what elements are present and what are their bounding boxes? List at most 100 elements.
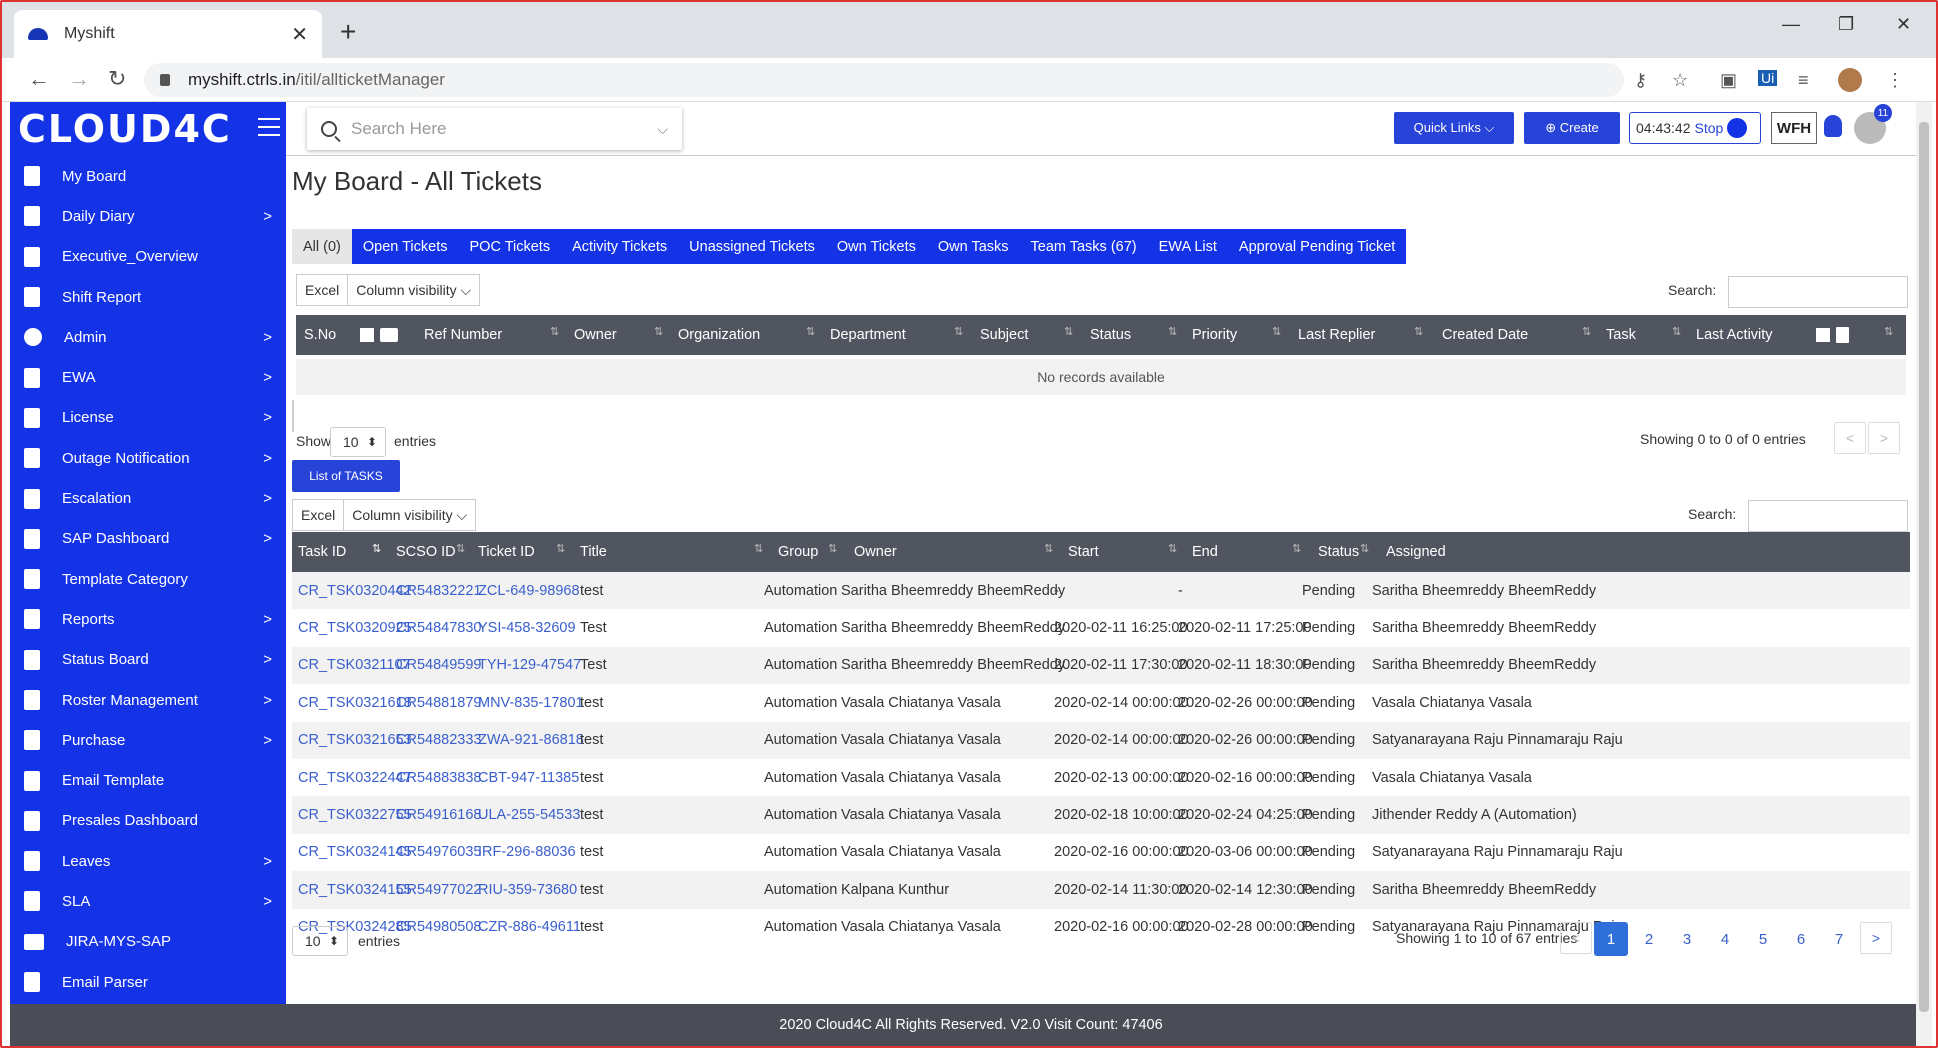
column-visibility-button[interactable]: Column visibility ⌵ [344, 500, 475, 530]
sort-icon[interactable]: ⇅ [1044, 542, 1053, 555]
col-group[interactable]: Group [778, 532, 818, 572]
playlist-icon[interactable]: ≡ [1798, 70, 1809, 91]
sidebar-item-roster-management[interactable]: Roster Management > [10, 680, 286, 720]
sidebar-item-my-board[interactable]: My Board [10, 156, 286, 196]
excel-button[interactable]: Excel [297, 275, 349, 305]
window-close-button[interactable]: ✕ [1896, 14, 1911, 35]
col-task[interactable]: Task [1606, 315, 1636, 355]
list-of-tasks-button[interactable]: List of TASKS [292, 460, 400, 492]
sort-icon[interactable]: ⇅ [1168, 325, 1177, 338]
sidebar-item-ewa[interactable]: EWA > [10, 357, 286, 397]
sort-icon[interactable]: ⇅ [1168, 542, 1177, 555]
col-created-date[interactable]: Created Date [1442, 315, 1528, 355]
sidebar-item-escalation[interactable]: Escalation > [10, 478, 286, 518]
sidebar-item-sap-dashboard[interactable]: SAP Dashboard > [10, 519, 286, 559]
page-4-button[interactable]: 4 [1708, 922, 1742, 956]
next-page-button[interactable]: > [1860, 922, 1892, 954]
col-department[interactable]: Department [830, 315, 906, 355]
forward-arrow-icon[interactable]: → [68, 66, 90, 92]
sort-icon[interactable]: ⇅ [550, 325, 559, 338]
cloud4c-logo[interactable]: CLOUD4C [18, 107, 232, 151]
scso-id-link[interactable]: CR54883838 [396, 759, 481, 796]
ticket-id-link[interactable]: ULA-255-54533 [478, 796, 580, 833]
col-assigned[interactable]: Assigned [1386, 532, 1446, 572]
col-task-id[interactable]: Task ID [298, 532, 346, 572]
col-owner[interactable]: Owner [574, 315, 617, 355]
sidebar-item-admin[interactable]: Admin > [10, 317, 286, 357]
create-button[interactable]: ⊕ Create [1524, 112, 1620, 144]
new-tab-button[interactable]: + [340, 16, 356, 48]
sort-icon[interactable]: ⇅ [1064, 325, 1073, 338]
wfh-button[interactable]: WFH [1771, 112, 1817, 144]
tab-poc-tickets[interactable]: POC Tickets [458, 229, 562, 264]
lightbulb-icon[interactable] [1824, 115, 1842, 137]
sidebar-item-status-board[interactable]: Status Board > [10, 640, 286, 680]
column-visibility-button[interactable]: Column visibility ⌵ [348, 275, 479, 305]
ticket-id-link[interactable]: CZR-886-49611 [478, 909, 581, 946]
scso-id-link[interactable]: CR54849599 [396, 647, 481, 684]
scso-id-link[interactable]: CR54916168 [396, 796, 481, 833]
page-7-button[interactable]: 7 [1822, 922, 1856, 956]
sidebar-item-executive-overview[interactable]: Executive_Overview [10, 237, 286, 277]
col-owner[interactable]: Owner [854, 532, 897, 572]
tab-approval-pending-ticket[interactable]: Approval Pending Ticket [1227, 229, 1407, 264]
col-status[interactable]: Status [1318, 532, 1359, 572]
ui-extension-icon[interactable]: Ui [1758, 70, 1778, 86]
page-6-button[interactable]: 6 [1784, 922, 1818, 956]
sidebar-item-daily-diary[interactable]: Daily Diary > [10, 196, 286, 236]
sidebar-item-email-template[interactable]: Email Template [10, 760, 286, 800]
sort-icon[interactable]: ⇅ [456, 542, 465, 555]
briefcase-icon[interactable] [380, 315, 398, 355]
tickets-search-input[interactable] [1728, 276, 1908, 308]
tab-all[interactable]: All (0) [292, 229, 352, 264]
tab-open-tickets[interactable]: Open Tickets [351, 229, 459, 264]
page-2-button[interactable]: 2 [1632, 922, 1666, 956]
sidebar-item-shift-report[interactable]: Shift Report [10, 277, 286, 317]
checkbox-icon[interactable] [360, 315, 374, 355]
col-sno[interactable]: S.No [304, 315, 336, 355]
scso-id-link[interactable]: CR54976035 [396, 834, 481, 871]
task-id-link[interactable]: CR_TSK0322755 [298, 796, 412, 833]
col-scso-id[interactable]: SCSO ID [396, 532, 456, 572]
sidebar-item-license[interactable]: License > [10, 398, 286, 438]
profile-avatar-icon[interactable] [1838, 68, 1862, 92]
col-ref-number[interactable]: Ref Number [424, 315, 502, 355]
task-id-link[interactable]: CR_TSK0320925 [298, 609, 412, 646]
col-ticket-id[interactable]: Ticket ID [478, 532, 535, 572]
sidebar-item-template-category[interactable]: Template Category [10, 559, 286, 599]
key-icon[interactable]: ⚷ [1634, 70, 1647, 91]
sort-icon[interactable]: ⇅ [1360, 542, 1369, 555]
task-id-link[interactable]: CR_TSK0320442 [298, 572, 412, 609]
sidebar-item-email-parser[interactable]: Email Parser [10, 962, 286, 1002]
sort-icon[interactable]: ⇅ [1414, 325, 1423, 338]
back-arrow-icon[interactable]: ← [28, 66, 50, 92]
task-id-link[interactable]: CR_TSK0321107 [298, 647, 411, 684]
minimize-button[interactable]: — [1782, 14, 1800, 35]
tab-team-tasks[interactable]: Team Tasks (67) [1019, 229, 1148, 264]
page-3-button[interactable]: 3 [1670, 922, 1704, 956]
scso-id-link[interactable]: CR54977022 [396, 871, 481, 908]
col-last-replier[interactable]: Last Replier [1298, 315, 1375, 355]
chevron-down-icon[interactable]: ⌵ [657, 121, 668, 138]
vertical-scrollbar[interactable] [1916, 102, 1932, 1046]
scso-id-link[interactable]: CR54980508 [396, 909, 481, 946]
task-id-link[interactable]: CR_TSK0322447 [298, 759, 412, 796]
ticket-id-link[interactable]: ZWA-921-86818 [478, 722, 584, 759]
url-field[interactable]: myshift.ctrls.in/itil/allticketManager [144, 63, 1624, 97]
reload-icon[interactable]: ↻ [108, 66, 126, 92]
col-status[interactable]: Status [1090, 315, 1131, 355]
menu-dots-icon[interactable]: ⋮ [1886, 70, 1904, 91]
tasks-search-input[interactable] [1748, 500, 1908, 532]
tickets-page-size-select[interactable]: 10 [330, 427, 386, 457]
tab-ewa-list[interactable]: EWA List [1147, 229, 1228, 264]
ticket-id-link[interactable]: YSI-458-32609 [478, 609, 576, 646]
tab-unassigned-tickets[interactable]: Unassigned Tickets [678, 229, 826, 264]
task-id-link[interactable]: CR_TSK0321618 [298, 684, 412, 721]
sort-icon[interactable]: ⇅ [828, 542, 837, 555]
prev-page-button[interactable]: < [1834, 422, 1866, 454]
clock-icon[interactable] [1727, 118, 1748, 138]
sidebar-item-purchase[interactable]: Purchase > [10, 720, 286, 760]
sort-icon[interactable]: ⇅ [1884, 325, 1893, 338]
ticket-id-link[interactable]: RIU-359-73680 [478, 871, 577, 908]
sort-icon[interactable]: ⇅ [1292, 542, 1301, 555]
